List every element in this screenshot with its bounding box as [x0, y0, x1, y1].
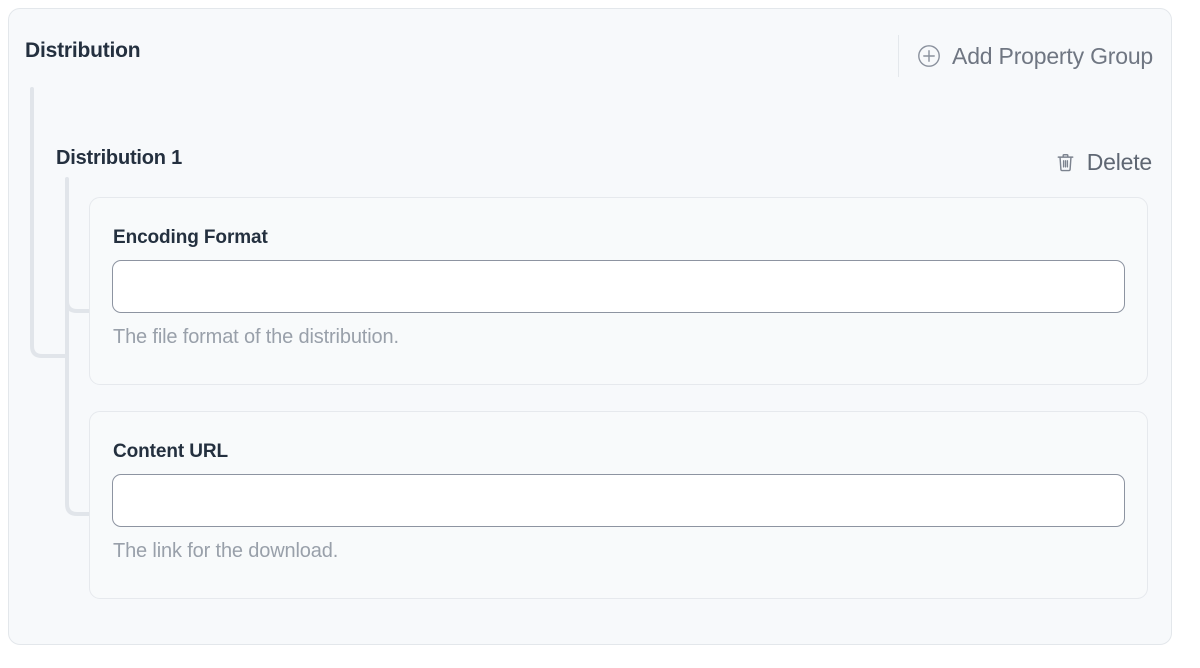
field-card: Encoding Format The file format of the d…: [89, 197, 1148, 385]
property-group-panel: Distribution Add Property Group Distribu…: [8, 8, 1172, 645]
trash-icon: [1057, 154, 1074, 172]
header-divider: [898, 35, 900, 77]
plus-circle-icon: [918, 45, 940, 67]
field-label: Encoding Format: [113, 227, 268, 248]
delete-button[interactable]: Delete: [1054, 149, 1152, 176]
encoding-format-input[interactable]: [112, 260, 1125, 313]
field-help-text: The file format of the distribution.: [113, 326, 399, 348]
subgroup-title: Distribution 1: [56, 147, 183, 169]
content-url-input[interactable]: [112, 474, 1125, 527]
delete-label: Delete: [1086, 149, 1152, 175]
group-header-actions: Add Property Group: [898, 33, 1153, 79]
page-title: Distribution: [25, 39, 141, 62]
add-property-group-label: Add Property Group: [952, 42, 1153, 69]
field-label: Content URL: [113, 441, 228, 462]
field-help-text: The link for the download.: [113, 540, 339, 562]
field-card: Content URL The link for the download.: [89, 411, 1148, 599]
add-property-group-button[interactable]: Add Property Group: [917, 43, 1153, 70]
group-header: Distribution Add Property Group: [9, 9, 1171, 97]
